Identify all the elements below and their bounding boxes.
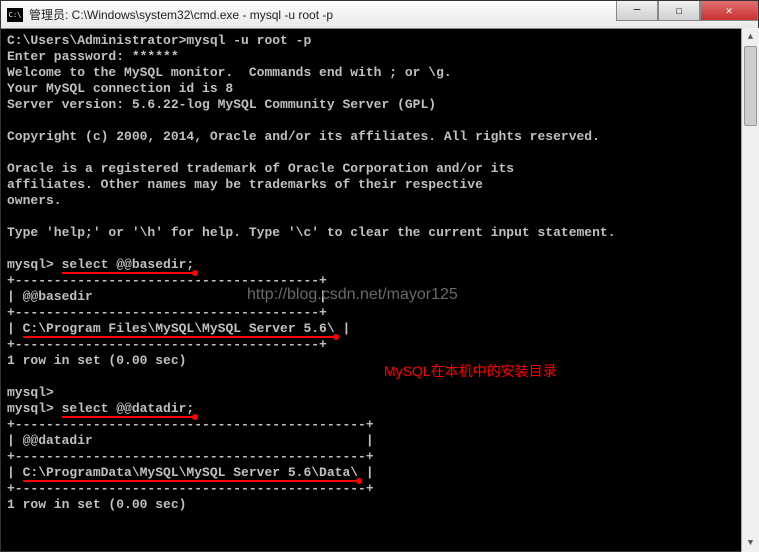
annotation-text: MySQL在本机中的安装目录 bbox=[384, 363, 557, 379]
table-sep: +---------------------------------------… bbox=[7, 417, 374, 432]
close-button[interactable]: ✕ bbox=[700, 1, 758, 21]
line-trademark3: owners. bbox=[7, 193, 62, 208]
window-controls: ─ ☐ ✕ bbox=[616, 1, 758, 28]
terminal-area[interactable]: C:\Users\Administrator>mysql -u root -p … bbox=[1, 29, 758, 551]
window-title: 管理员: C:\Windows\system32\cmd.exe - mysql… bbox=[29, 6, 616, 23]
titlebar[interactable]: 管理员: C:\Windows\system32\cmd.exe - mysql… bbox=[1, 1, 758, 29]
mysql-prompt: mysql> bbox=[7, 401, 62, 416]
cmd-icon bbox=[7, 8, 23, 22]
table-sep: +---------------------------------------… bbox=[7, 337, 327, 352]
line-password: Enter password: ****** bbox=[7, 49, 179, 64]
rowcount: 1 row in set (0.00 sec) bbox=[7, 497, 186, 512]
line-server-ver: Server version: 5.6.22-log MySQL Communi… bbox=[7, 97, 436, 112]
sql-select-datadir: select @@datadir; bbox=[62, 401, 195, 418]
line-copyright: Copyright (c) 2000, 2014, Oracle and/or … bbox=[7, 129, 600, 144]
watermark-text: http://blog.csdn.net/mayor125 bbox=[247, 287, 458, 303]
line-trademark2: affiliates. Other names may be trademark… bbox=[7, 177, 483, 192]
line-welcome: Welcome to the MySQL monitor. Commands e… bbox=[7, 65, 452, 80]
terminal-output: C:\Users\Administrator>mysql -u root -p … bbox=[7, 33, 752, 513]
minimize-button[interactable]: ─ bbox=[616, 1, 658, 21]
scroll-thumb[interactable] bbox=[744, 46, 757, 126]
scroll-down-button[interactable]: ▼ bbox=[742, 534, 759, 552]
line-help: Type 'help;' or '\h' for help. Type '\c'… bbox=[7, 225, 616, 240]
sql-select-basedir: select @@basedir; bbox=[62, 257, 195, 274]
line-prompt-cmd: C:\Users\Administrator>mysql -u root -p bbox=[7, 33, 311, 48]
line-trademark1: Oracle is a registered trademark of Orac… bbox=[7, 161, 514, 176]
table-col-datadir: | @@datadir | bbox=[7, 433, 374, 448]
table-sep: +---------------------------------------… bbox=[7, 305, 327, 320]
table-sep: +---------------------------------------… bbox=[7, 449, 374, 464]
line-conn-id: Your MySQL connection id is 8 bbox=[7, 81, 233, 96]
rowcount: 1 row in set (0.00 sec) bbox=[7, 353, 186, 368]
basedir-value: C:\Program Files\MySQL\MySQL Server 5.6\ bbox=[23, 321, 335, 338]
cmd-window: 管理员: C:\Windows\system32\cmd.exe - mysql… bbox=[0, 0, 759, 552]
mysql-prompt: mysql> bbox=[7, 257, 62, 272]
scroll-track[interactable] bbox=[742, 46, 759, 534]
scroll-up-button[interactable]: ▲ bbox=[742, 28, 759, 46]
maximize-button[interactable]: ☐ bbox=[658, 1, 700, 21]
vertical-scrollbar[interactable]: ▲ ▼ bbox=[741, 28, 759, 552]
mysql-prompt-empty: mysql> bbox=[7, 385, 54, 400]
datadir-value: C:\ProgramData\MySQL\MySQL Server 5.6\Da… bbox=[23, 465, 358, 482]
table-sep: +---------------------------------------… bbox=[7, 481, 374, 496]
